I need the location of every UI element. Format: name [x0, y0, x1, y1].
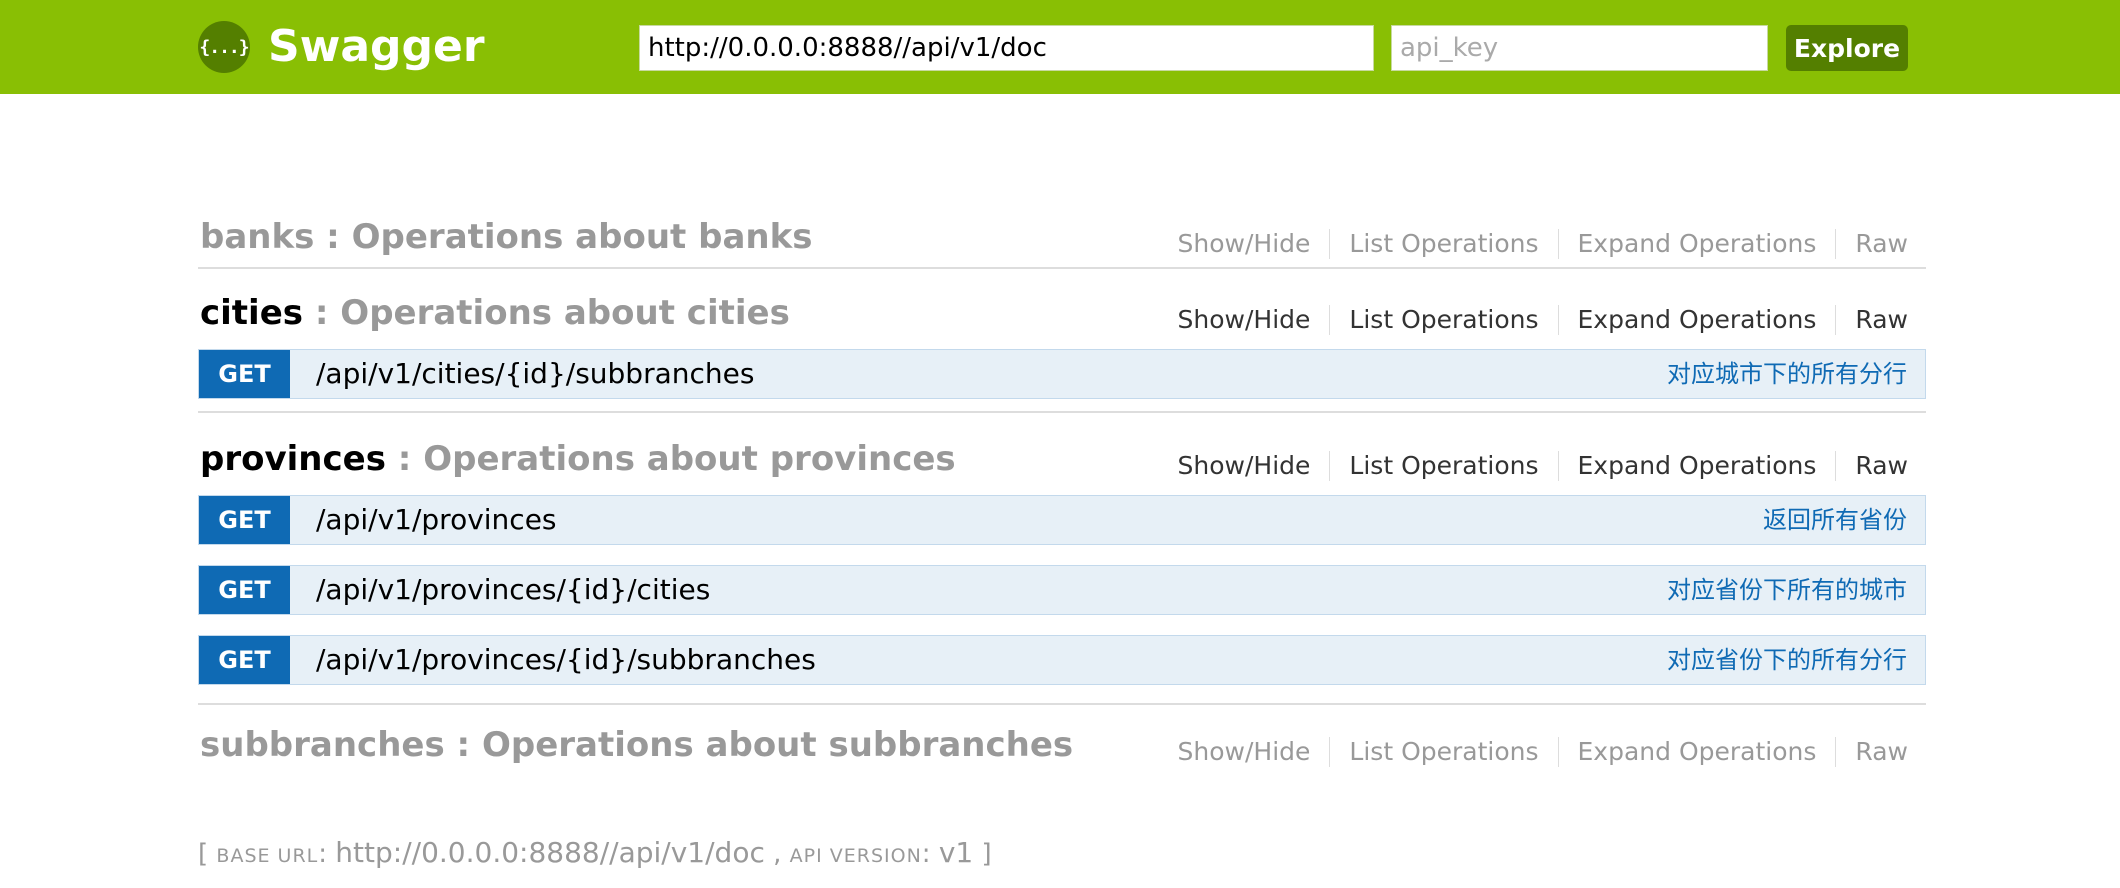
- explore-button[interactable]: Explore: [1786, 25, 1908, 71]
- resource-actions: Show/Hide List Operations Expand Operati…: [1159, 229, 1908, 259]
- operation-list: GET /api/v1/cities/{id}/subbranches 对应城市…: [198, 349, 1926, 413]
- show-hide-link[interactable]: Show/Hide: [1159, 229, 1330, 259]
- swagger-logo-icon: {...}: [198, 21, 250, 73]
- expand-operations-link[interactable]: Expand Operations: [1559, 737, 1836, 767]
- http-method-badge[interactable]: GET: [199, 496, 290, 544]
- api-version-label: API VERSION: [789, 845, 922, 867]
- base-url-label: BASE URL: [216, 845, 319, 867]
- raw-link[interactable]: Raw: [1836, 737, 1908, 767]
- operation-row[interactable]: GET /api/v1/provinces/{id}/subbranches 对…: [198, 635, 1926, 685]
- api-info-footer: [ BASE URL: http://0.0.0.0:8888//api/v1/…: [198, 836, 992, 869]
- resource-separator: :: [314, 217, 352, 257]
- list-operations-link[interactable]: List Operations: [1330, 737, 1557, 767]
- resource-actions: Show/Hide List Operations Expand Operati…: [1159, 305, 1908, 335]
- operation-summary[interactable]: 对应省份下的所有分行: [1667, 636, 1907, 684]
- resource-name[interactable]: provinces: [200, 439, 386, 479]
- colon: :: [318, 839, 336, 869]
- resource-subbranches: subbranches : Operations about subbranch…: [198, 711, 1926, 775]
- resource-name[interactable]: subbranches: [200, 725, 445, 765]
- resource-actions: Show/Hide List Operations Expand Operati…: [1159, 737, 1908, 767]
- bracket-open: [: [198, 839, 217, 869]
- http-method-badge[interactable]: GET: [199, 636, 290, 684]
- top-bar: {...} Swagger Explore: [0, 0, 2120, 94]
- resource-title[interactable]: provinces : Operations about provinces: [200, 439, 956, 479]
- operation-row[interactable]: GET /api/v1/provinces/{id}/cities 对应省份下所…: [198, 565, 1926, 615]
- swagger-logo-text: Swagger: [268, 21, 485, 72]
- api-version-value: v1: [938, 836, 974, 869]
- resource-description: Operations about cities: [340, 293, 790, 333]
- list-operations-link[interactable]: List Operations: [1330, 451, 1557, 481]
- http-method-badge[interactable]: GET: [199, 566, 290, 614]
- list-operations-link[interactable]: List Operations: [1330, 229, 1557, 259]
- operation-summary[interactable]: 返回所有省份: [1763, 496, 1907, 544]
- resource-name[interactable]: cities: [200, 293, 303, 333]
- resource-separator: :: [303, 293, 341, 333]
- operation-summary[interactable]: 对应城市下的所有分行: [1667, 350, 1907, 398]
- resource-name[interactable]: banks: [200, 217, 314, 257]
- operation-summary[interactable]: 对应省份下所有的城市: [1667, 566, 1907, 614]
- resource-heading: subbranches : Operations about subbranch…: [198, 711, 1926, 775]
- operation-row[interactable]: GET /api/v1/cities/{id}/subbranches 对应城市…: [198, 349, 1926, 399]
- list-operations-link[interactable]: List Operations: [1330, 305, 1557, 335]
- expand-operations-link[interactable]: Expand Operations: [1559, 451, 1836, 481]
- api-url-input[interactable]: [639, 25, 1374, 71]
- resource-description: Operations about provinces: [423, 439, 956, 479]
- operation-row[interactable]: GET /api/v1/provinces 返回所有省份: [198, 495, 1926, 545]
- resource-heading: cities : Operations about cities Show/Hi…: [198, 279, 1926, 349]
- operation-path[interactable]: /api/v1/provinces/{id}/cities: [316, 566, 710, 614]
- swagger-logo[interactable]: {...} Swagger: [198, 20, 485, 74]
- raw-link[interactable]: Raw: [1836, 305, 1908, 335]
- resource-banks: banks : Operations about banks Show/Hide…: [198, 203, 1926, 269]
- operation-path[interactable]: /api/v1/provinces/{id}/subbranches: [316, 636, 816, 684]
- show-hide-link[interactable]: Show/Hide: [1159, 451, 1330, 481]
- resource-cities: cities : Operations about cities Show/Hi…: [198, 279, 1926, 413]
- expand-operations-link[interactable]: Expand Operations: [1559, 305, 1836, 335]
- operation-path[interactable]: /api/v1/provinces: [316, 496, 557, 544]
- resource-title[interactable]: banks : Operations about banks: [200, 217, 812, 257]
- operation-path[interactable]: /api/v1/cities/{id}/subbranches: [316, 350, 754, 398]
- raw-link[interactable]: Raw: [1836, 451, 1908, 481]
- resource-separator: :: [444, 725, 482, 765]
- show-hide-link[interactable]: Show/Hide: [1159, 737, 1330, 767]
- resource-title[interactable]: subbranches : Operations about subbranch…: [200, 725, 1073, 765]
- http-method-badge[interactable]: GET: [199, 350, 290, 398]
- show-hide-link[interactable]: Show/Hide: [1159, 305, 1330, 335]
- resource-actions: Show/Hide List Operations Expand Operati…: [1159, 451, 1908, 481]
- resource-title[interactable]: cities : Operations about cities: [200, 293, 790, 333]
- resource-heading: provinces : Operations about provinces S…: [198, 425, 1926, 495]
- comma: ,: [764, 839, 790, 869]
- expand-operations-link[interactable]: Expand Operations: [1559, 229, 1836, 259]
- resource-provinces: provinces : Operations about provinces S…: [198, 425, 1926, 705]
- resource-description: Operations about banks: [351, 217, 813, 257]
- colon: :: [921, 839, 939, 869]
- resource-separator: :: [385, 439, 424, 479]
- raw-link[interactable]: Raw: [1836, 229, 1908, 259]
- resource-heading: banks : Operations about banks Show/Hide…: [198, 203, 1926, 269]
- resource-description: Operations about subbranches: [481, 725, 1074, 765]
- bracket-close: ]: [973, 839, 992, 869]
- api-key-input[interactable]: [1391, 25, 1768, 71]
- operation-list: GET /api/v1/provinces 返回所有省份 GET /api/v1…: [198, 495, 1926, 705]
- base-url-value: http://0.0.0.0:8888//api/v1/doc: [335, 836, 765, 869]
